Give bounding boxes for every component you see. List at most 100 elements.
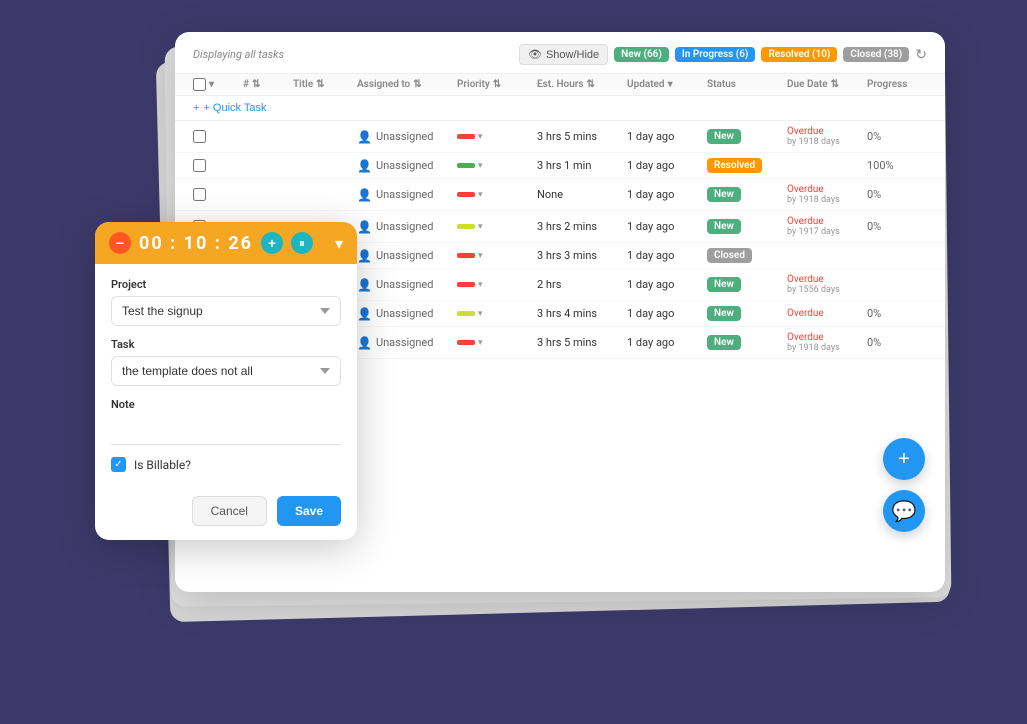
row-due-date: Overdue — [787, 308, 867, 319]
eye-icon: 👁 — [528, 48, 542, 61]
billable-label: Is Billable? — [134, 458, 191, 472]
project-select[interactable]: Test the signup — [111, 296, 341, 326]
row-assigned: 👤 Unassigned — [357, 220, 457, 234]
row-checkbox[interactable] — [193, 130, 243, 143]
assignee-icon: 👤 — [357, 336, 372, 350]
billable-checkbox[interactable] — [111, 457, 126, 472]
task-label: Task — [111, 338, 341, 351]
task-select[interactable]: the template does not all — [111, 356, 341, 386]
dropdown-arrow[interactable]: ▾ — [478, 161, 483, 171]
row-progress: 0% — [867, 130, 927, 143]
chat-fab-button[interactable]: 💬 — [883, 490, 925, 532]
row-est-hours: 3 hrs 2 mins — [537, 220, 627, 233]
badge-resolved[interactable]: Resolved (10) — [761, 47, 837, 62]
row-est-hours: None — [537, 188, 627, 201]
row-assigned: 👤 Unassigned — [357, 278, 457, 292]
timer-pause-button[interactable]: ⏸ — [291, 232, 313, 254]
row-updated: 1 day ago — [627, 278, 707, 291]
row-assigned: 👤 Unassigned — [357, 159, 457, 173]
timer-chevron-icon[interactable]: ▾ — [335, 234, 343, 253]
row-status: New — [707, 129, 787, 144]
timer-display: 00 : 10 : 26 — [139, 233, 253, 254]
table-row: 👤 Unassigned ▾ 3 hrs 1 min 1 day ago Res… — [175, 153, 945, 179]
row-assigned: 👤 Unassigned — [357, 336, 457, 350]
col-priority: Priority ⇅ — [457, 78, 537, 91]
row-progress: 0% — [867, 220, 927, 233]
table-row: 👤 Unassigned ▾ 3 hrs 5 mins 1 day ago Ne… — [175, 121, 945, 153]
col-progress: Progress — [867, 78, 927, 91]
dropdown-arrow[interactable]: ▾ — [478, 309, 483, 319]
row-priority: ▾ — [457, 190, 537, 200]
row-updated: 1 day ago — [627, 188, 707, 201]
priority-indicator — [457, 192, 475, 197]
add-fab-button[interactable]: + — [883, 438, 925, 480]
cancel-button[interactable]: Cancel — [192, 496, 267, 526]
row-est-hours: 3 hrs 1 min — [537, 159, 627, 172]
billable-row: Is Billable? — [111, 457, 341, 472]
badge-closed[interactable]: Closed (38) — [843, 47, 909, 62]
assignee-icon: 👤 — [357, 188, 372, 202]
row-updated: 1 day ago — [627, 336, 707, 349]
timer-minus-button[interactable]: − — [109, 232, 131, 254]
assignee-icon: 👤 — [357, 278, 372, 292]
row-assigned: 👤 Unassigned — [357, 188, 457, 202]
save-button[interactable]: Save — [277, 496, 341, 526]
assignee-icon: 👤 — [357, 159, 372, 173]
row-assigned: 👤 Unassigned — [357, 249, 457, 263]
row-checkbox[interactable] — [193, 159, 243, 172]
show-hide-button[interactable]: 👁 Show/Hide — [519, 44, 608, 65]
row-status: Resolved — [707, 158, 787, 173]
col-checkbox: ▾ — [193, 78, 243, 91]
dropdown-arrow[interactable]: ▾ — [478, 132, 483, 142]
dropdown-arrow[interactable]: ▾ — [478, 280, 483, 290]
dropdown-arrow[interactable]: ▾ — [478, 190, 483, 200]
quick-task-row: + + Quick Task — [175, 96, 945, 121]
timer-add-button[interactable]: + — [261, 232, 283, 254]
col-title: Title ⇅ — [293, 78, 357, 91]
row-due-date: Overdue by 1918 days — [787, 332, 867, 353]
note-input[interactable] — [111, 416, 341, 445]
project-group: Project Test the signup — [111, 278, 341, 326]
row-assigned: 👤 Unassigned — [357, 307, 457, 321]
row-est-hours: 2 hrs — [537, 278, 627, 291]
badge-inprogress[interactable]: In Progress (6) — [675, 47, 756, 62]
row-updated: 1 day ago — [627, 159, 707, 172]
row-checkbox[interactable] — [193, 188, 243, 201]
assignee-icon: 👤 — [357, 130, 372, 144]
displaying-text: Displaying all tasks — [193, 48, 284, 61]
row-due-date: Overdue by 1917 days — [787, 216, 867, 237]
col-due-date: Due Date ⇅ — [787, 78, 867, 91]
note-group: Note — [111, 398, 341, 445]
task-group: Task the template does not all — [111, 338, 341, 386]
dropdown-arrow[interactable]: ▾ — [478, 251, 483, 261]
row-status: New — [707, 219, 787, 234]
row-status: New — [707, 335, 787, 350]
assignee-icon: 👤 — [357, 249, 372, 263]
quick-task-button[interactable]: + + Quick Task — [193, 102, 267, 114]
select-all-checkbox[interactable] — [193, 78, 206, 91]
row-assigned: 👤 Unassigned — [357, 130, 457, 144]
dropdown-arrow[interactable]: ▾ — [478, 222, 483, 232]
row-status: New — [707, 306, 787, 321]
col-updated: Updated ▾ — [627, 78, 707, 91]
row-est-hours: 3 hrs 4 mins — [537, 307, 627, 320]
table-row: 👤 Unassigned ▾ None 1 day ago New Overdu… — [175, 179, 945, 211]
row-est-hours: 3 hrs 5 mins — [537, 130, 627, 143]
badge-new[interactable]: New (66) — [614, 47, 669, 62]
row-progress: 0% — [867, 336, 927, 349]
timer-widget: − 00 : 10 : 26 + ⏸ ▾ Project Test the si… — [95, 222, 357, 540]
timer-body: Project Test the signup Task the templat… — [95, 264, 357, 486]
timer-footer: Cancel Save — [95, 486, 357, 540]
row-due-date: Overdue by 1918 days — [787, 184, 867, 205]
dropdown-arrow[interactable]: ▾ — [478, 338, 483, 348]
fab-container: + 💬 — [883, 438, 925, 532]
row-progress: 0% — [867, 188, 927, 201]
refresh-button[interactable]: ↻ — [915, 46, 927, 63]
row-priority: ▾ — [457, 280, 537, 290]
priority-indicator — [457, 163, 475, 168]
row-progress: 100% — [867, 159, 927, 172]
timer-header: − 00 : 10 : 26 + ⏸ ▾ — [95, 222, 357, 264]
row-status: New — [707, 187, 787, 202]
row-est-hours: 3 hrs 5 mins — [537, 336, 627, 349]
row-updated: 1 day ago — [627, 220, 707, 233]
